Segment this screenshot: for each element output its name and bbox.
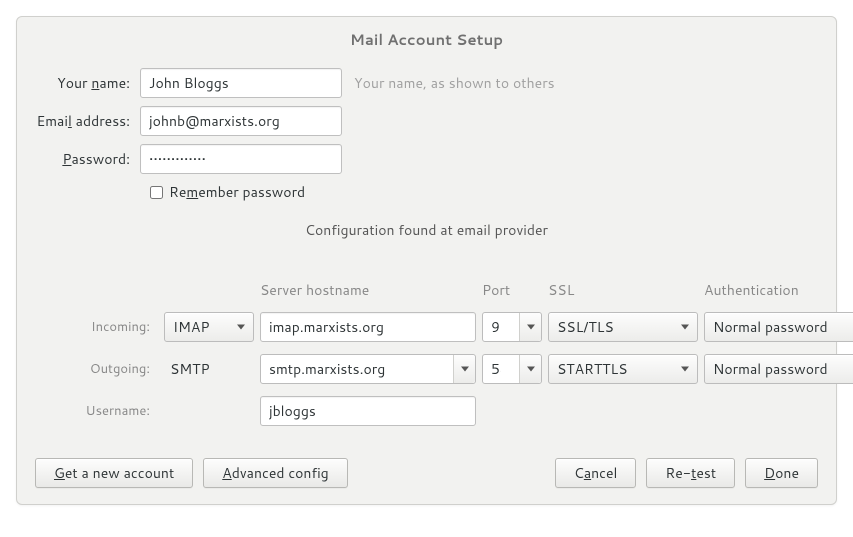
chevron-down-icon <box>453 355 475 383</box>
incoming-hostname-input[interactable] <box>260 312 476 342</box>
outgoing-auth-value: Normal password <box>713 359 828 379</box>
outgoing-hostname-input[interactable] <box>269 355 435 383</box>
dialog-title: Mail Account Setup <box>35 27 818 68</box>
name-row: Your name: Your name, as shown to others <box>35 68 818 98</box>
name-input[interactable] <box>140 68 342 98</box>
chevron-down-icon <box>681 325 689 330</box>
get-new-account-button[interactable]: Get a new account <box>35 458 193 488</box>
incoming-auth-value: Normal password <box>713 317 828 337</box>
chevron-down-icon <box>237 325 245 330</box>
header-ssl: SSL <box>548 280 698 300</box>
incoming-port-combo[interactable] <box>482 312 542 342</box>
username-input[interactable] <box>260 396 476 426</box>
header-hostname: Server hostname <box>260 280 476 300</box>
outgoing-port-input[interactable] <box>491 355 501 383</box>
password-label: Password: <box>35 149 140 169</box>
outgoing-ssl-select[interactable]: STARTTLS <box>548 354 698 384</box>
button-bar: Get a new account Advanced config Cancel… <box>35 458 818 488</box>
outgoing-auth-select[interactable]: Normal password <box>704 354 853 384</box>
outgoing-protocol: SMTP <box>164 354 254 384</box>
email-input[interactable] <box>140 106 342 136</box>
incoming-protocol-select[interactable]: IMAP <box>164 312 254 342</box>
outgoing-port-combo[interactable] <box>482 354 542 384</box>
incoming-protocol-value: IMAP <box>173 317 209 337</box>
incoming-auth-select[interactable]: Normal password <box>704 312 853 342</box>
advanced-config-button[interactable]: Advanced config <box>203 458 347 488</box>
name-label: Your name: <box>35 73 140 93</box>
done-button[interactable]: Done <box>745 458 818 488</box>
cancel-button[interactable]: Cancel <box>555 458 637 488</box>
name-hint: Your name, as shown to others <box>342 73 555 93</box>
header-auth: Authentication <box>704 280 853 300</box>
retest-button[interactable]: Re-test <box>646 458 735 488</box>
incoming-label: Incoming: <box>63 318 158 336</box>
incoming-ssl-value: SSL/TLS <box>557 317 614 337</box>
email-label: Email address: <box>35 111 140 131</box>
chevron-down-icon <box>519 355 541 383</box>
chevron-down-icon <box>681 367 689 372</box>
status-text: Configuration found at email provider <box>35 220 818 240</box>
mail-account-setup-dialog: Mail Account Setup Your name: Your name,… <box>16 16 837 505</box>
outgoing-hostname-combo[interactable] <box>260 354 476 384</box>
header-port: Port <box>482 280 542 300</box>
outgoing-label: Outgoing: <box>63 360 158 378</box>
remember-label[interactable]: Remember password <box>169 182 305 202</box>
server-grid: Server hostname Port SSL Authentication … <box>63 280 818 426</box>
username-label: Username: <box>63 402 158 420</box>
password-row: Password: <box>35 144 818 174</box>
password-input[interactable] <box>140 144 342 174</box>
chevron-down-icon <box>519 313 541 341</box>
email-row: Email address: <box>35 106 818 136</box>
remember-row: Remember password <box>35 182 818 202</box>
incoming-port-input[interactable] <box>491 313 501 341</box>
remember-checkbox[interactable] <box>150 186 163 199</box>
incoming-ssl-select[interactable]: SSL/TLS <box>548 312 698 342</box>
outgoing-ssl-value: STARTTLS <box>557 359 627 379</box>
